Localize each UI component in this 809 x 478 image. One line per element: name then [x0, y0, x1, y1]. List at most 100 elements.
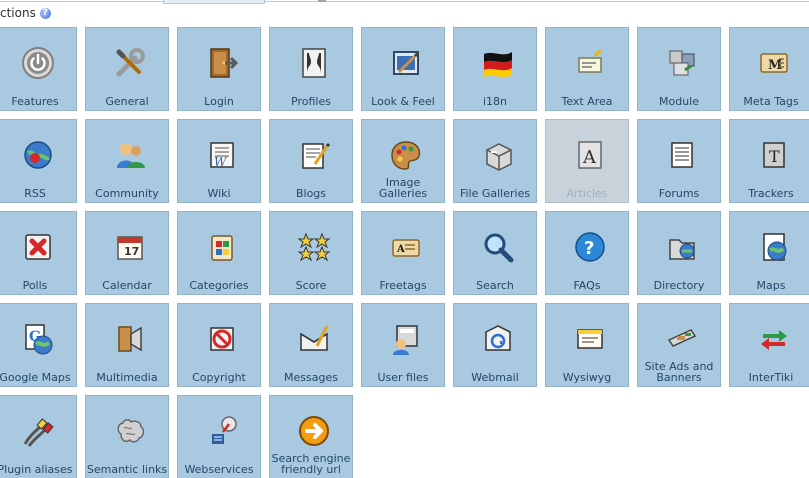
- multimedia-icon: [113, 322, 147, 356]
- admin-tile-faqs[interactable]: ? FAQs: [545, 211, 629, 295]
- webmail-icon: [481, 322, 515, 356]
- site-ads-icon: [665, 322, 699, 356]
- admin-tile-blogs[interactable]: Blogs: [269, 119, 353, 203]
- articles-icon: A: [573, 138, 607, 172]
- admin-tile-webservices[interactable]: Webservices: [177, 395, 261, 478]
- file-galleries-icon: [481, 138, 515, 172]
- svg-text:A: A: [396, 244, 405, 255]
- community-icon: [113, 138, 147, 172]
- tile-label: Look & Feel: [371, 95, 435, 108]
- admin-tile-profiles[interactable]: Profiles: [269, 27, 353, 111]
- active-tab-edge[interactable]: [163, 0, 265, 4]
- tile-label: Login: [204, 95, 234, 108]
- admin-features-page: ctions ? Features General Login Profiles Loo…: [0, 0, 809, 478]
- admin-tile-categories[interactable]: Categories: [177, 211, 261, 295]
- admin-tile-forums[interactable]: Forums: [637, 119, 721, 203]
- categories-icon: [205, 230, 239, 264]
- help-icon[interactable]: ?: [39, 7, 51, 19]
- user-files-icon: [389, 322, 423, 356]
- admin-tile-community[interactable]: Community: [85, 119, 169, 203]
- admin-tile-user-files[interactable]: User files: [361, 303, 445, 387]
- tile-label: Directory: [653, 279, 705, 292]
- flag-icon: [481, 46, 515, 80]
- tile-label: Text Area: [561, 95, 613, 108]
- tile-label: Webmail: [471, 371, 519, 384]
- tile-label: InterTiki: [748, 371, 794, 384]
- svg-text:A: A: [582, 147, 597, 168]
- tile-label: Polls: [22, 279, 48, 292]
- text-area-icon: [573, 46, 607, 80]
- wrench-screwdriver-icon: [113, 46, 147, 80]
- webservices-icon: [205, 414, 239, 448]
- tile-label: Multimedia: [96, 371, 158, 384]
- admin-tile-articles[interactable]: A Articles: [545, 119, 629, 203]
- admin-tile-polls[interactable]: Polls: [0, 211, 77, 295]
- tile-label: Site Ads and Banners: [644, 360, 714, 384]
- tile-label: Calendar: [102, 279, 152, 292]
- admin-tile-general[interactable]: General: [85, 27, 169, 111]
- admin-tile-site-ads-and-banners[interactable]: Site Ads and Banners: [637, 303, 721, 387]
- tile-label: Semantic links: [86, 463, 168, 476]
- admin-tile-maps[interactable]: Maps: [729, 211, 809, 295]
- tile-label: Categories: [189, 279, 249, 292]
- admin-tile-trackers[interactable]: T Trackers: [729, 119, 809, 203]
- wysiwyg-icon: [573, 322, 607, 356]
- svg-text:M: M: [768, 58, 782, 73]
- admin-tile-image-galleries[interactable]: Image Galleries: [361, 119, 445, 203]
- admin-tile-directory[interactable]: Directory: [637, 211, 721, 295]
- svg-text:?: ?: [584, 238, 594, 259]
- admin-tile-semantic-links[interactable]: Semantic links: [85, 395, 169, 478]
- admin-tile-intertiki[interactable]: InterTiki: [729, 303, 809, 387]
- tile-label: Search engine friendly url: [271, 452, 351, 476]
- tile-label: Meta Tags: [743, 95, 799, 108]
- tile-label: Features: [11, 95, 59, 108]
- admin-tile-calendar[interactable]: 17 Calendar: [85, 211, 169, 295]
- blogs-icon: [297, 138, 331, 172]
- admin-tile-text-area[interactable]: Text Area: [545, 27, 629, 111]
- door-login-icon: [205, 46, 239, 80]
- tile-label: File Galleries: [459, 187, 531, 200]
- admin-tile-multimedia[interactable]: Multimedia: [85, 303, 169, 387]
- tile-label: Module: [659, 95, 699, 108]
- admin-tile-webmail[interactable]: Webmail: [453, 303, 537, 387]
- tile-label: Blogs: [295, 187, 327, 200]
- polls-icon: [21, 230, 55, 264]
- tab-fragment[interactable]: [318, 0, 326, 2]
- tile-label: General: [105, 95, 149, 108]
- forums-icon: [665, 138, 699, 172]
- power-icon: [21, 46, 55, 80]
- module-icon: [665, 46, 699, 80]
- admin-tile-search-engine-friendly-url[interactable]: Search engine friendly url: [269, 395, 353, 478]
- admin-tile-copyright[interactable]: Copyright: [177, 303, 261, 387]
- admin-tile-i18n[interactable]: i18n: [453, 27, 537, 111]
- tile-label: Maps: [756, 279, 786, 292]
- palette-icon: [389, 138, 423, 172]
- score-stars-icon: [297, 230, 331, 264]
- tile-label: Community: [95, 187, 159, 200]
- tile-label: Freetags: [379, 279, 427, 292]
- search-icon: [481, 230, 515, 264]
- messages-icon: [297, 322, 331, 356]
- admin-tile-plugin-aliases[interactable]: Plugin aliases: [0, 395, 77, 478]
- tile-label: Copyright: [192, 371, 246, 384]
- admin-tile-rss[interactable]: RSS: [0, 119, 77, 203]
- svg-text:T: T: [769, 147, 780, 166]
- admin-tile-meta-tags[interactable]: M Meta Tags: [729, 27, 809, 111]
- admin-tile-module[interactable]: Module: [637, 27, 721, 111]
- admin-tile-google-maps[interactable]: G Google Maps: [0, 303, 77, 387]
- admin-tile-search[interactable]: Search: [453, 211, 537, 295]
- tab-strip-line: [0, 1, 809, 2]
- admin-tile-login[interactable]: Login: [177, 27, 261, 111]
- tile-label: Search: [476, 279, 514, 292]
- admin-tile-wiki[interactable]: W Wiki: [177, 119, 261, 203]
- admin-tile-freetags[interactable]: A Freetags: [361, 211, 445, 295]
- admin-tile-wysiwyg[interactable]: Wysiwyg: [545, 303, 629, 387]
- admin-tile-score[interactable]: Score: [269, 211, 353, 295]
- admin-tile-look-feel[interactable]: Look & Feel: [361, 27, 445, 111]
- admin-tile-file-galleries[interactable]: File Galleries: [453, 119, 537, 203]
- admin-tile-messages[interactable]: Messages: [269, 303, 353, 387]
- tile-label: Google Maps: [0, 371, 71, 384]
- tile-label: Profiles: [291, 95, 331, 108]
- tile-label: Wiki: [207, 187, 231, 200]
- admin-tile-features[interactable]: Features: [0, 27, 77, 111]
